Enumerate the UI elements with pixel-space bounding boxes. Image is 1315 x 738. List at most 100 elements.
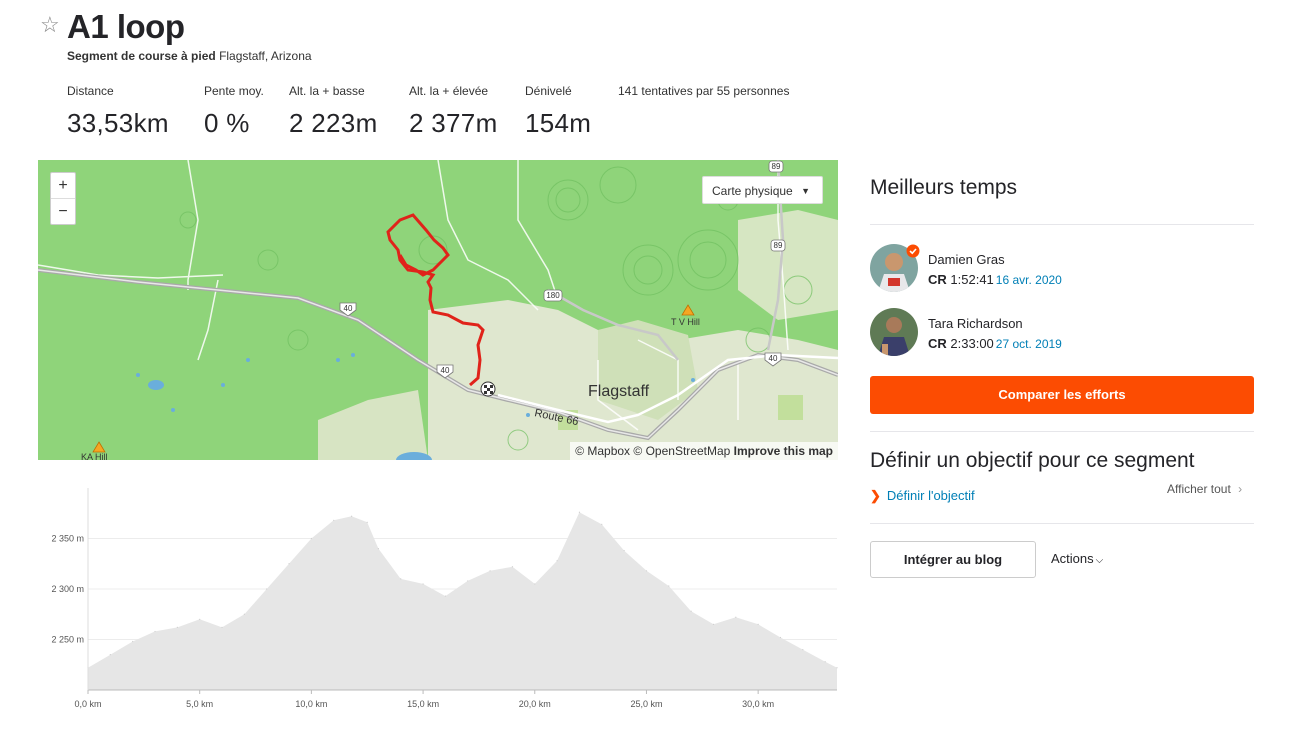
chevron-down-icon: ⌵ [1095, 555, 1104, 566]
elevation-point [511, 566, 514, 568]
stat-label: Alt. la + élevée [409, 84, 489, 98]
elevation-point [366, 521, 368, 523]
elevation-point [578, 511, 581, 513]
elevation-point [757, 623, 759, 625]
set-goal-link[interactable]: ❯ Définir l'objectif [870, 488, 975, 504]
elevation-point [243, 613, 245, 615]
map-type-label: Carte physique [712, 184, 793, 198]
leaderboard-title: Meilleurs temps [870, 176, 1018, 199]
y-tick-label: 2 300 m [51, 584, 84, 594]
finish-marker-icon [480, 381, 496, 397]
effort-date-link[interactable]: 16 avr. 2020 [996, 273, 1062, 287]
star-icon[interactable]: ☆ [40, 14, 60, 36]
elevation-point [668, 585, 670, 587]
x-tick-label: 15,0 km [407, 699, 439, 709]
elevation-point [836, 667, 838, 669]
elevation-point [623, 550, 625, 552]
cr-badge: CR [928, 336, 947, 351]
athlete-time: CR 2:33:00 27 oct. 2019 [928, 336, 1062, 351]
compare-efforts-button[interactable]: Comparer les efforts [870, 376, 1254, 414]
peak-label: T V Hill [671, 317, 700, 327]
elevation-point [176, 626, 178, 628]
stat-value: 2 377m [409, 108, 498, 138]
x-tick-label: 20,0 km [519, 699, 551, 709]
highway-shield-40: 40 [344, 304, 353, 313]
elevation-point [132, 640, 134, 643]
x-tick-label: 25,0 km [630, 699, 662, 709]
elevation-point [735, 616, 737, 618]
elevation-point [601, 523, 603, 525]
mapbox-credit-link[interactable]: © Mapbox [575, 444, 630, 458]
zoom-in-button[interactable]: + [51, 173, 75, 198]
elevation-point [824, 661, 826, 663]
cr-badge: CR [928, 272, 947, 287]
actions-dropdown[interactable]: Actions ⌵ [1051, 551, 1103, 566]
elevation-chart[interactable]: 2 350 m 2 300 m 2 250 m 0,0 km 5,0 km 10,0 km… [38, 488, 838, 718]
stat-label: Dénivelé [525, 84, 572, 98]
city-label: Flagstaff [588, 383, 650, 400]
actions-label: Actions [1051, 551, 1094, 566]
elevation-point [266, 588, 268, 590]
verified-badge-icon [906, 244, 920, 258]
highway-shield-89: 89 [774, 241, 783, 250]
attempts-count: 141 tentatives par 55 personnes [618, 84, 790, 98]
divider [870, 224, 1254, 225]
segment-type: Segment de course à pied [67, 49, 216, 63]
goal-title: Définir un objectif pour ce segment [870, 449, 1195, 472]
y-tick-label: 2 350 m [51, 534, 84, 544]
elevation-point [489, 570, 491, 572]
map-credit: © Mapbox © OpenStreetMap Improve this ma… [570, 442, 838, 460]
elevation-point [109, 654, 111, 656]
map-canvas[interactable]: 40 40 40 180 89 89 Flagstaff T V Hill KA… [38, 160, 838, 460]
effort-date-link[interactable]: 27 oct. 2019 [996, 337, 1062, 351]
stat-value: 154m [525, 108, 592, 138]
avatar[interactable] [870, 308, 918, 356]
elevation-point [534, 583, 536, 585]
stat-label: Alt. la + basse [289, 84, 365, 98]
y-tick-label: 2 250 m [51, 635, 84, 645]
highway-shield-89: 89 [772, 162, 781, 171]
athlete-name[interactable]: Damien Gras [928, 252, 1005, 267]
x-tick-label: 10,0 km [295, 699, 327, 709]
elevation-point [444, 595, 447, 597]
segment-map[interactable]: 40 40 40 180 89 89 Flagstaff T V Hill KA… [38, 160, 838, 460]
leaderboard-row[interactable]: Damien Gras CR 1:52:41 16 avr. 2020 [870, 244, 1250, 294]
improve-map-link[interactable]: Improve this map [734, 444, 833, 458]
athlete-time: CR 1:52:41 16 avr. 2020 [928, 272, 1062, 287]
embed-blog-button[interactable]: Intégrer au blog [870, 541, 1036, 578]
x-tick-label: 30,0 km [742, 699, 774, 709]
chevron-right-icon: ❯ [870, 488, 881, 503]
leaderboard-row[interactable]: Tara Richardson CR 2:33:00 27 oct. 2019 [870, 308, 1250, 358]
elevation-point [288, 563, 290, 565]
stat-lowest: Alt. la + basse 2 223m [289, 84, 378, 139]
osm-credit-link[interactable]: © OpenStreetMap [633, 444, 730, 458]
set-goal-label: Définir l'objectif [886, 488, 975, 503]
stat-highest: Alt. la + élevée 2 377m [409, 84, 498, 139]
x-tick-label: 0,0 km [74, 699, 101, 709]
zoom-out-button[interactable]: − [51, 198, 75, 224]
elevation-point [779, 636, 782, 639]
stat-label: Distance [67, 84, 114, 98]
stat-value: 0 % [204, 108, 250, 138]
caret-down-icon: ▼ [801, 186, 810, 196]
segment-location: Flagstaff, Arizona [219, 49, 312, 63]
divider [870, 431, 1254, 432]
highway-shield-40: 40 [441, 366, 450, 375]
elevation-point [712, 623, 715, 625]
elevation-point [422, 583, 424, 585]
show-all-link[interactable]: Afficher tout › [1167, 482, 1242, 496]
athlete-name[interactable]: Tara Richardson [928, 316, 1023, 331]
elevation-point [221, 626, 223, 628]
elevation-point [400, 578, 402, 580]
highway-shield-180: 180 [546, 291, 560, 300]
elevation-point [199, 618, 201, 620]
stat-label: Pente moy. [204, 84, 264, 98]
elevation-point [377, 548, 379, 550]
zoom-control: + − [50, 172, 76, 225]
stat-elevation-gain: Dénivelé 154m [525, 84, 591, 139]
stat-value: 33,53km [67, 108, 169, 138]
chevron-right-icon: › [1238, 482, 1243, 496]
map-type-dropdown[interactable]: Carte physique ▼ [702, 176, 823, 204]
elevation-point [310, 537, 312, 540]
effort-time: 2:33:00 [950, 336, 994, 351]
